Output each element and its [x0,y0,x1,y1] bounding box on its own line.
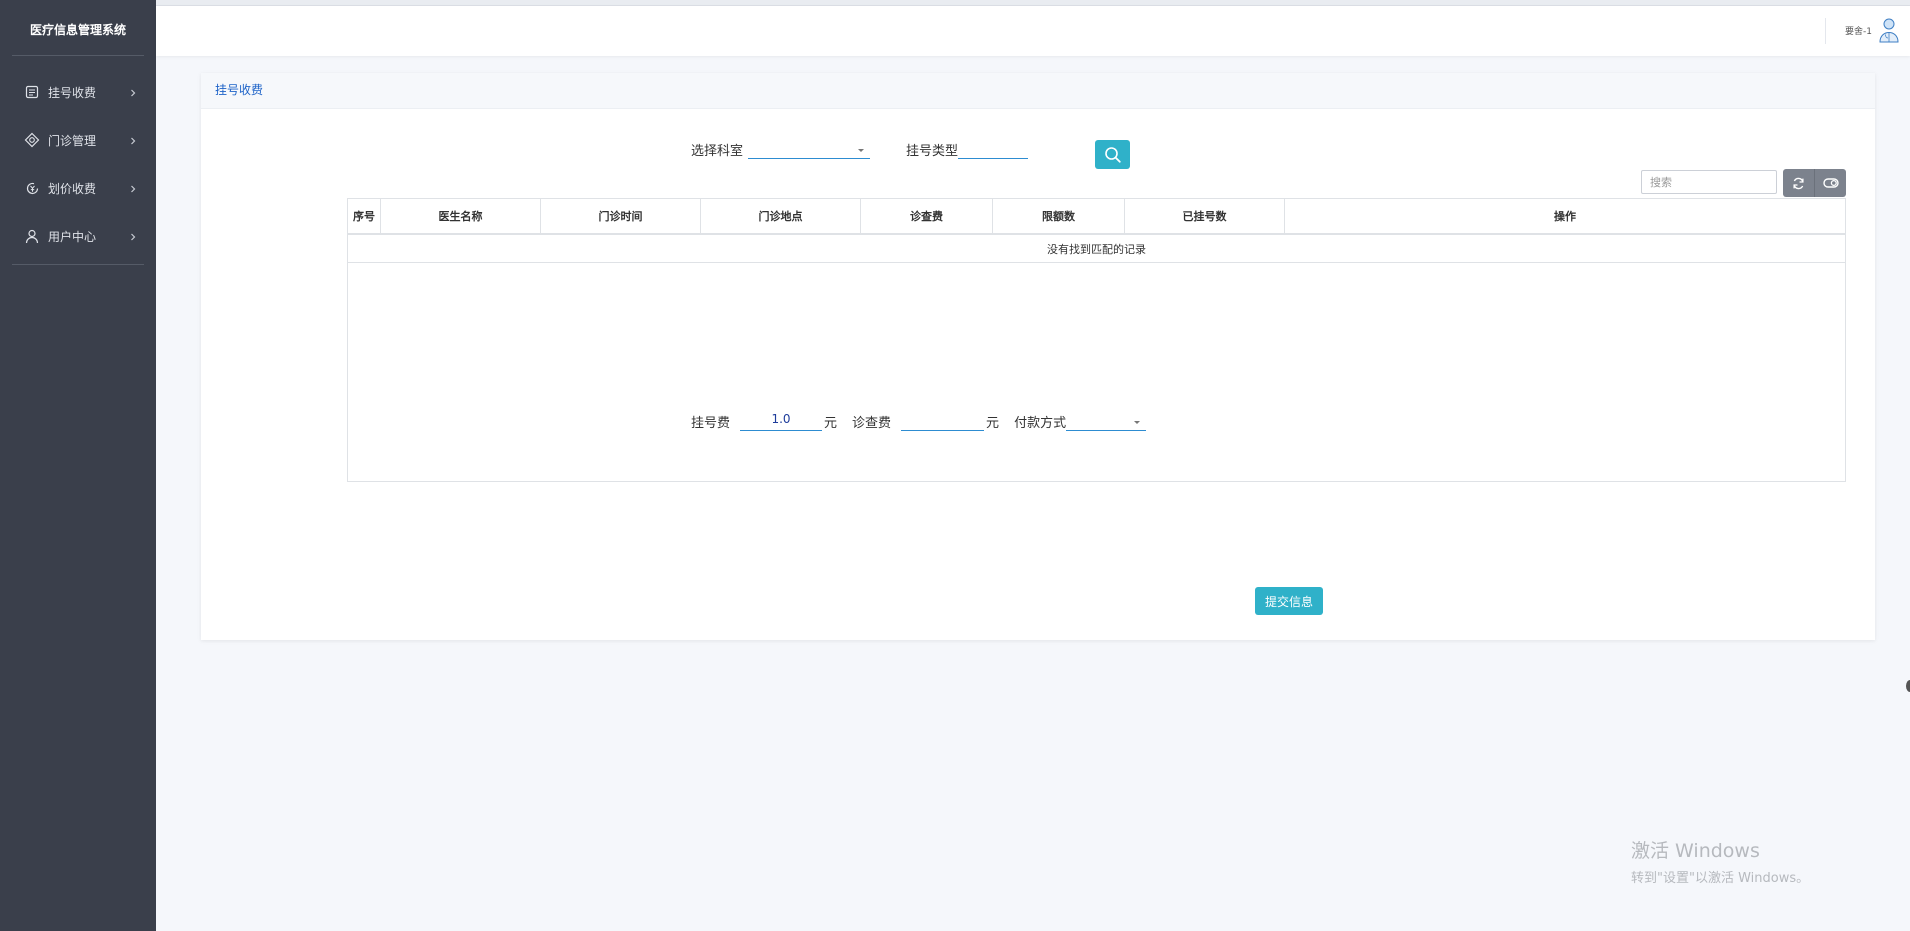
sidebar-item-register[interactable]: 挂号收费 [0,68,156,116]
exam-fee-label: 诊查费 [852,416,892,431]
department-label: 选择科室 [691,144,744,159]
submit-button[interactable]: 提交信息 [1255,587,1323,615]
reg-type-input[interactable] [958,140,1029,159]
reg-type-label: 挂号类型 [906,144,959,159]
sidebar-item-clinic[interactable]: 门诊管理 [0,116,156,164]
column-header[interactable]: 门诊地点 [700,198,861,235]
table-body-area [347,260,1846,482]
reg-fee-unit: 元 [824,416,838,431]
sidebar-item-user-center[interactable]: 用户中心 [0,212,156,260]
toggle-icon [1822,178,1839,188]
reg-fee-input[interactable]: 1.0 [740,412,823,431]
register-icon [24,84,40,100]
table-row: 没有找到匹配的记录 [347,234,1846,263]
toggle-view-button[interactable] [1814,169,1846,197]
column-header[interactable]: 序号 [347,198,381,235]
exam-fee-unit: 元 [986,416,1000,431]
user-icon [24,228,40,244]
registration-panel: 挂号收费 选择科室 挂号类型 搜索 序号 医生名称 门诊时间 门诊地点 诊查费 … [201,73,1875,640]
chevron-right-icon [128,231,138,241]
column-header[interactable]: 限额数 [992,198,1125,235]
column-header[interactable]: 已挂号数 [1124,198,1285,235]
sidebar-menu: 挂号收费 门诊管理 划价收费 用户中心 [0,68,156,265]
column-header[interactable]: 门诊时间 [540,198,701,235]
pricing-icon [24,180,40,196]
sidebar-item-pricing[interactable]: 划价收费 [0,164,156,212]
refresh-button[interactable] [1783,169,1814,197]
department-select[interactable] [748,140,871,159]
chevron-right-icon [128,183,138,193]
doctor-avatar-icon[interactable] [1878,17,1900,43]
reg-fee-label: 挂号费 [691,416,731,431]
doctor-schedule-table: 序号 医生名称 门诊时间 门诊地点 诊查费 限额数 已挂号数 操作 没有找到匹配… [347,198,1846,263]
search-button[interactable] [1095,140,1130,169]
empty-records-message: 没有找到匹配的记录 [347,234,1846,263]
search-icon [1104,146,1121,163]
sidebar-item-label: 划价收费 [48,181,97,196]
column-header[interactable]: 医生名称 [380,198,541,235]
watermark-subtitle: 转到"设置"以激活 Windows。 [1631,871,1810,886]
sidebar-item-label: 用户中心 [48,229,97,244]
watermark-title: 激活 Windows [1631,840,1760,862]
sidebar-divider [12,264,144,265]
table-toolbar [1783,169,1846,197]
chevron-right-icon [128,135,138,145]
sidebar-item-label: 挂号收费 [48,85,97,100]
windows-activation-watermark: 激活 Windows 转到"设置"以激活 Windows。 [1631,836,1809,886]
chevron-right-icon [128,87,138,97]
filter-row: 选择科室 挂号类型 [691,140,1029,159]
edge-handle [1906,680,1910,692]
exam-fee-input[interactable] [901,412,985,431]
header-separator [1825,18,1826,44]
column-header[interactable]: 诊查费 [860,198,993,235]
fee-row: 挂号费 1.0 元 诊查费 元 付款方式 [691,412,1147,431]
column-header[interactable]: 操作 [1284,198,1846,235]
top-header: 要舍-1 [156,6,1910,56]
sidebar: 医疗信息管理系统 挂号收费 门诊管理 划价收费 用户中心 [0,0,156,931]
app-brand: 医疗信息管理系统 [12,0,144,56]
table-search-input[interactable]: 搜索 [1641,170,1777,194]
refresh-icon [1793,177,1804,189]
user-name[interactable]: 要舍-1 [1845,24,1872,37]
table-header-row: 序号 医生名称 门诊时间 门诊地点 诊查费 限额数 已挂号数 操作 [347,198,1846,235]
clinic-icon [24,132,40,148]
payment-label: 付款方式 [1014,416,1067,431]
panel-title: 挂号收费 [201,73,1875,109]
payment-select[interactable] [1066,412,1147,431]
sidebar-item-label: 门诊管理 [48,133,97,148]
